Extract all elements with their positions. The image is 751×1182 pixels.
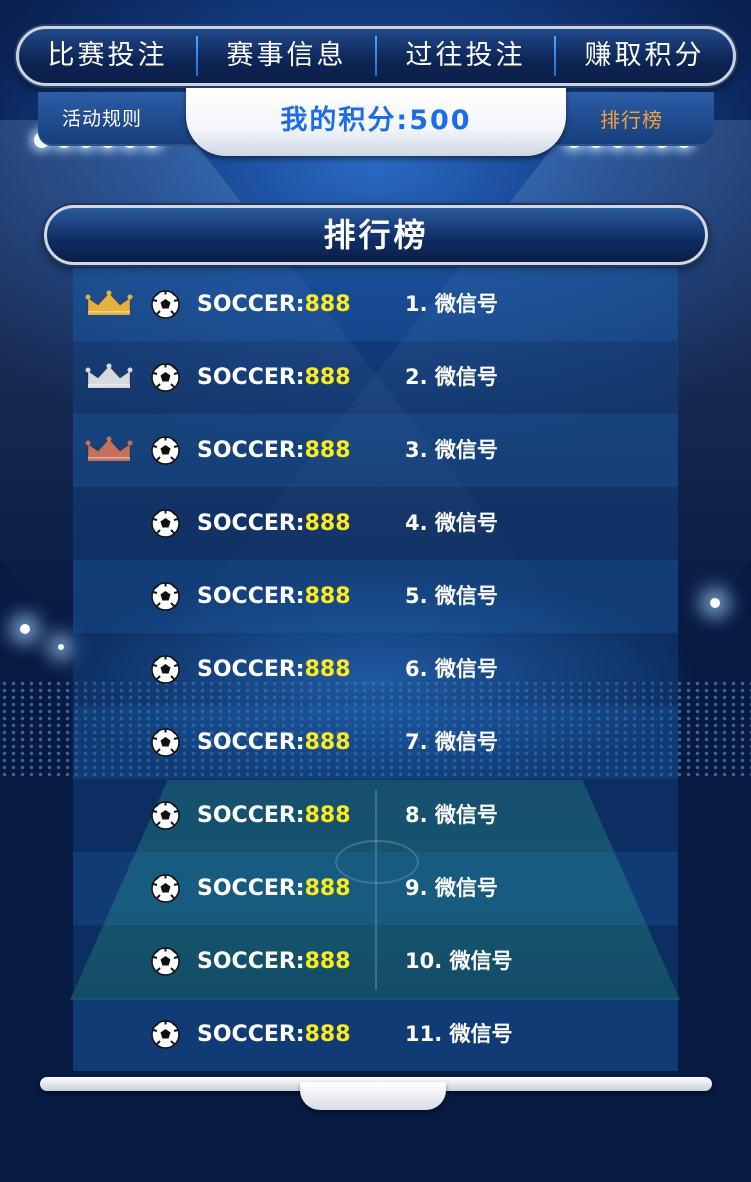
rank-label: 2. 微信号	[405, 365, 498, 389]
leaderboard-link[interactable]: 排行榜	[600, 104, 663, 133]
player-name: SOCCER:888	[197, 852, 351, 925]
soccer-ball-icon	[151, 509, 180, 538]
table-row: SOCCER:888 3. 微信号	[73, 414, 678, 487]
player-name: SOCCER:888	[197, 268, 351, 341]
rank-label: 4. 微信号	[405, 511, 498, 535]
soccer-ball-icon	[151, 582, 180, 611]
table-row: SOCCER:888 4. 微信号	[73, 487, 678, 560]
player-score: 888	[304, 1022, 351, 1047]
player-name: SOCCER:888	[197, 414, 351, 487]
player-name-prefix: SOCCER:	[197, 292, 305, 317]
table-row: SOCCER:888 5. 微信号	[73, 560, 678, 633]
player-score: 888	[304, 365, 351, 390]
player-name-prefix: SOCCER:	[197, 730, 305, 755]
soccer-ball-icon	[151, 1020, 180, 1049]
player-score: 888	[304, 949, 351, 974]
table-row: SOCCER:888 10. 微信号	[73, 925, 678, 998]
player-score: 888	[304, 438, 351, 463]
player-name: SOCCER:888	[197, 779, 351, 852]
rank-label: 9. 微信号	[405, 876, 498, 900]
table-row: SOCCER:888 7. 微信号	[73, 706, 678, 779]
player-name-prefix: SOCCER:	[197, 438, 305, 463]
my-points-display: 我的积分:500	[186, 88, 566, 156]
leaderboard-list: SOCCER:888 1. 微信号 SOCCER:888 2. 微信号 SOCCER:8…	[73, 268, 678, 1076]
player-name: SOCCER:888	[197, 487, 351, 560]
player-score: 888	[304, 584, 351, 609]
player-name-prefix: SOCCER:	[197, 876, 305, 901]
player-name: SOCCER:888	[197, 998, 351, 1071]
table-row: SOCCER:888 1. 微信号	[73, 268, 678, 341]
soccer-ball-icon	[151, 363, 180, 392]
soccer-ball-icon	[151, 655, 180, 684]
player-name-prefix: SOCCER:	[197, 1022, 305, 1047]
player-name-prefix: SOCCER:	[197, 949, 305, 974]
rank-label: 7. 微信号	[405, 730, 498, 754]
soccer-ball-icon	[151, 728, 180, 757]
silver-crown-icon	[85, 363, 133, 389]
gold-crown-icon	[85, 290, 133, 316]
tab-past-bets[interactable]: 过往投注	[377, 26, 554, 86]
player-score: 888	[304, 876, 351, 901]
stadium-light	[710, 598, 720, 608]
player-name-prefix: SOCCER:	[197, 511, 305, 536]
tab-earn-points[interactable]: 赚取积分	[556, 26, 733, 86]
player-name: SOCCER:888	[197, 633, 351, 706]
stadium-light	[20, 624, 30, 634]
bottom-tab-handle[interactable]	[300, 1082, 446, 1110]
player-name: SOCCER:888	[197, 560, 351, 633]
player-name-prefix: SOCCER:	[197, 803, 305, 828]
top-nav: 比赛投注 赛事信息 过往投注 赚取积分	[16, 26, 736, 86]
table-row: SOCCER:888 6. 微信号	[73, 633, 678, 706]
soccer-ball-icon	[151, 874, 180, 903]
table-row: SOCCER:888 11. 微信号	[73, 998, 678, 1071]
player-name-prefix: SOCCER:	[197, 657, 305, 682]
player-name: SOCCER:888	[197, 925, 351, 998]
player-name: SOCCER:888	[197, 341, 351, 414]
rank-label: 6. 微信号	[405, 657, 498, 681]
bronze-crown-icon	[85, 436, 133, 462]
rank-label: 3. 微信号	[405, 438, 498, 462]
player-name-prefix: SOCCER:	[197, 365, 305, 390]
player-score: 888	[304, 657, 351, 682]
leaderboard-title: 排行榜	[44, 205, 708, 265]
soccer-ball-icon	[151, 947, 180, 976]
player-score: 888	[304, 292, 351, 317]
rank-label: 5. 微信号	[405, 584, 498, 608]
activity-rules-link[interactable]: 活动规则	[62, 104, 142, 131]
soccer-ball-icon	[151, 436, 180, 465]
rank-label: 1. 微信号	[405, 292, 498, 316]
player-name: SOCCER:888	[197, 706, 351, 779]
tab-match-betting[interactable]: 比赛投注	[19, 26, 196, 86]
player-score: 888	[304, 803, 351, 828]
table-row: SOCCER:888 9. 微信号	[73, 852, 678, 925]
rank-label: 8. 微信号	[405, 803, 498, 827]
table-row: SOCCER:888 8. 微信号	[73, 779, 678, 852]
rank-label: 11. 微信号	[405, 1022, 513, 1046]
soccer-ball-icon	[151, 801, 180, 830]
player-score: 888	[304, 730, 351, 755]
rank-label: 10. 微信号	[405, 949, 513, 973]
table-row: SOCCER:888 2. 微信号	[73, 341, 678, 414]
tab-match-info[interactable]: 赛事信息	[198, 26, 375, 86]
stadium-light	[58, 644, 64, 650]
player-score: 888	[304, 511, 351, 536]
player-name-prefix: SOCCER:	[197, 584, 305, 609]
soccer-ball-icon	[151, 290, 180, 319]
